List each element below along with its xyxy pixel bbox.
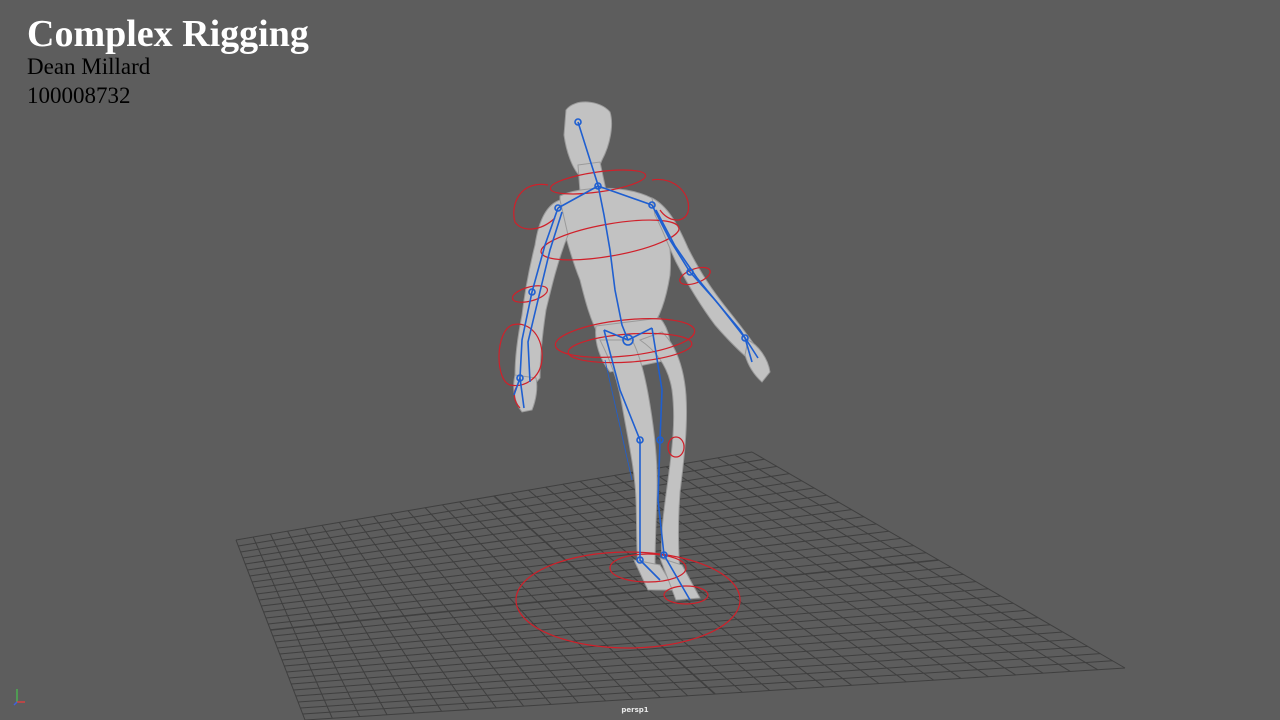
- view-axis-icon: [13, 689, 25, 706]
- grid-line: [751, 451, 1126, 669]
- grid-line: [682, 463, 1016, 676]
- camera-name-label: persp1: [621, 706, 649, 714]
- scene-canvas[interactable]: [0, 0, 1280, 720]
- overlay-author: Dean Millard: [27, 54, 151, 79]
- maya-viewport[interactable]: Complex Rigging Dean Millard 100008732 p…: [0, 0, 1280, 720]
- control-clavicle-left[interactable]: [513, 183, 556, 230]
- grid-line: [648, 469, 962, 679]
- overlay-student-id: 100008732: [27, 83, 131, 108]
- grid-line: [579, 480, 852, 686]
- mesh-hand-right: [744, 339, 771, 383]
- grid-line: [700, 460, 1044, 674]
- mesh-hand-left: [513, 374, 538, 413]
- overlay-title: Complex Rigging: [27, 13, 309, 55]
